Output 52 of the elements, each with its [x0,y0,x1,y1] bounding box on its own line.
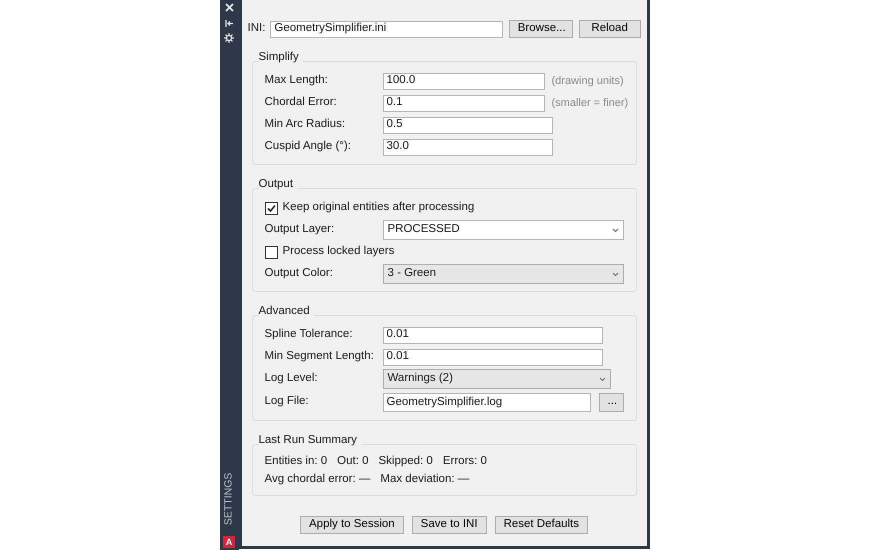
sidebar-title: SETTINGS [221,472,236,526]
ini-label: INI: [248,21,266,36]
field-label: Max Length: [264,73,329,88]
checkbox-label: Keep original entities after processing [282,200,474,216]
dropdown[interactable]: Warnings (2) [382,369,610,389]
field-label: Min Segment Length: [264,349,375,364]
text-field[interactable]: GeometrySimplifier.log [382,392,590,412]
field-label: Output Color: [264,266,334,282]
group-title: Output [258,178,298,190]
save-button[interactable]: Save to INI [412,516,487,534]
chevron-down-icon [612,228,618,232]
ini-field[interactable]: GeometrySimplifier.ini [270,20,503,38]
group-title: Last Run Summary [258,434,361,446]
checkbox[interactable] [264,202,278,214]
group-title: Advanced [258,305,314,317]
close-icon[interactable] [224,3,234,12]
group-title: Simplify [258,51,303,63]
field-label: Log Level: [264,371,319,386]
summary-stat: Max deviation: — [380,472,470,488]
reload-button[interactable]: Reload [578,20,640,38]
summary-stat: Skipped: 0 [378,454,433,470]
app-badge: A [223,536,235,548]
summary-stat: Entities in: 0 [264,454,328,470]
field-label: Log File: [264,394,310,410]
hint-text: (drawing units) [552,74,624,89]
chevron-down-icon [612,272,618,276]
text-field[interactable]: 0.5 [382,116,552,134]
text-field[interactable]: 0.1 [382,94,544,112]
chevron-down-icon [598,376,606,382]
field-label: Cuspid Angle (°): [264,139,352,154]
text-field[interactable]: 0.01 [382,326,602,344]
text-field[interactable]: 0.01 [382,348,602,366]
gear-icon[interactable] [224,33,234,43]
dropdown[interactable]: 3 - Green [382,264,624,284]
summary-stat: Errors: 0 [442,454,487,470]
reset-button[interactable]: Reset Defaults [494,516,588,534]
field-label: Min Arc Radius: [264,117,346,132]
apply-button[interactable]: Apply to Session [300,516,404,534]
text-field[interactable]: 100.0 [382,72,544,90]
summary-stat: Out: 0 [337,454,368,470]
checkbox[interactable] [264,246,278,258]
text-field[interactable]: 30.0 [382,138,552,156]
checkbox-label: Process locked layers [282,244,394,260]
hint-text: (smaller = finer) [552,96,628,111]
field-label: Spline Tolerance: [264,327,354,342]
field-label: Chordal Error: [264,95,338,110]
field-label: Output Layer: [264,222,336,238]
browse-button[interactable]: ... [598,392,624,412]
browse-button[interactable]: Browse... [508,20,573,38]
check-icon [266,204,276,212]
summary-stat: Avg chordal error: — [264,472,370,488]
dropdown[interactable]: PROCESSED [382,220,624,240]
